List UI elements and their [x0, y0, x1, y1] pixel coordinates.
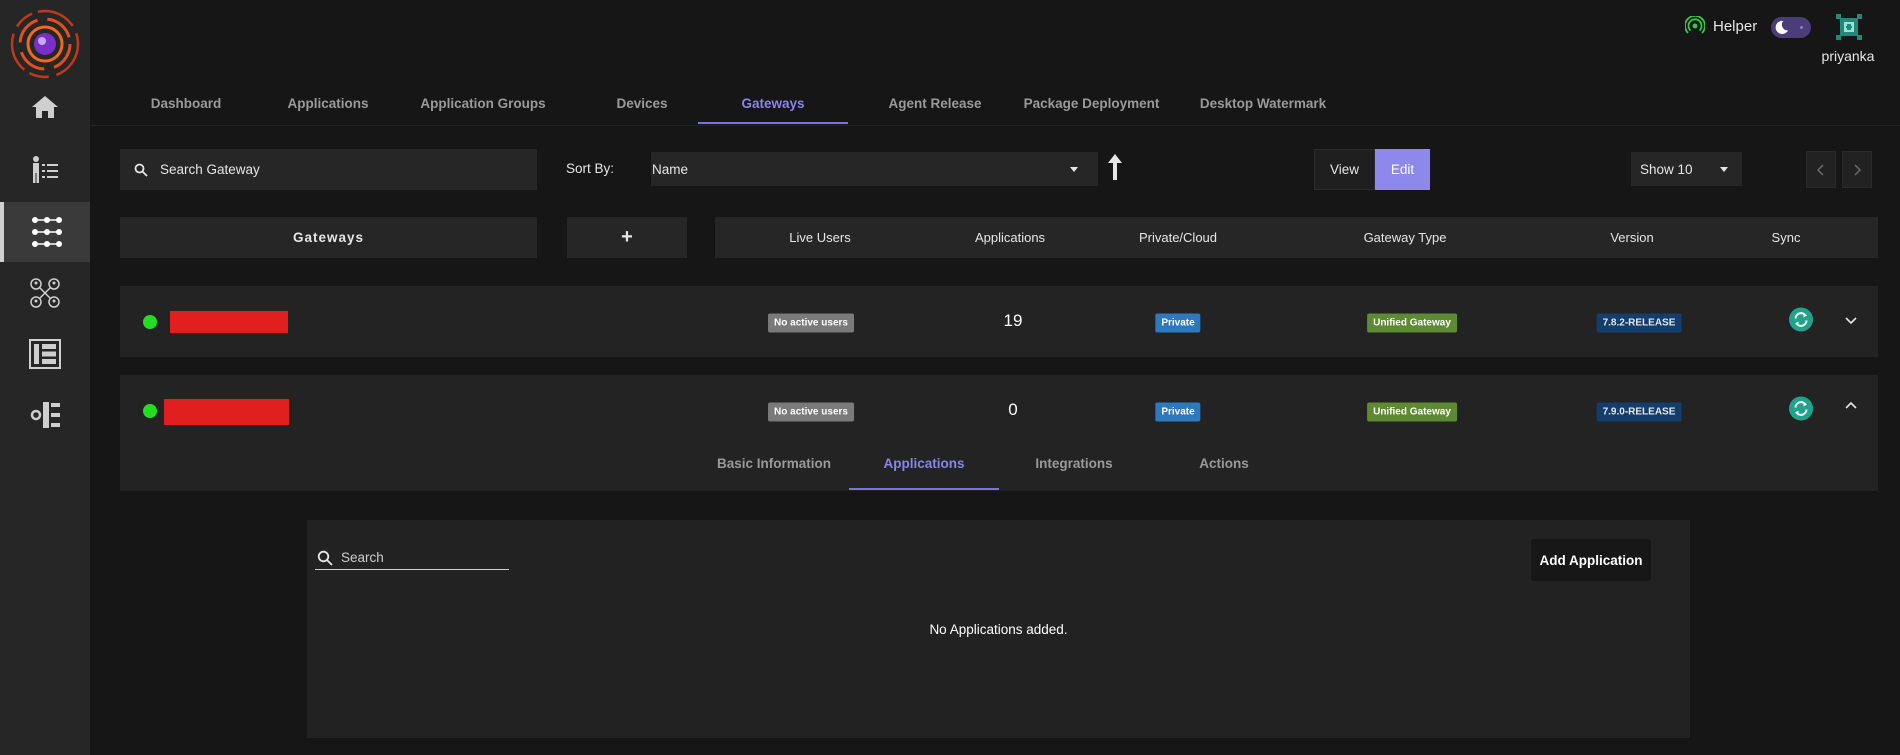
list-panel-icon	[29, 339, 61, 369]
sidebar-item-settings[interactable]	[0, 385, 90, 445]
tab-detail-applications[interactable]: Applications	[883, 456, 964, 486]
header-gateway-type: Gateway Type	[1363, 230, 1447, 245]
app-logo[interactable]	[9, 8, 81, 80]
prev-page-button[interactable]	[1806, 151, 1836, 188]
gateways-column-header: Gateways	[120, 217, 537, 258]
search-icon	[317, 550, 333, 566]
table-header-columns: Live Users Applications Private/Cloud Ga…	[715, 217, 1878, 258]
helper-label: Helper	[1713, 17, 1758, 35]
private-cloud-badge: Private	[1155, 402, 1201, 422]
sort-by-label: Sort By:	[566, 161, 615, 176]
tab-agent-release[interactable]: Agent Release	[860, 82, 1010, 124]
gateway-type-badge: Unified Gateway	[1367, 313, 1457, 333]
sort-by-value: Name	[652, 161, 689, 177]
expand-row-button[interactable]	[1844, 314, 1858, 333]
sidebar-item-home[interactable]	[0, 77, 90, 137]
table-row[interactable]: No active users 0 Private Unified Gatewa…	[120, 375, 1878, 491]
tab-application-groups[interactable]: Application Groups	[408, 82, 558, 124]
live-users-badge: No active users	[768, 402, 854, 422]
empty-state-message: No Applications added.	[929, 622, 1068, 637]
grid-dots-icon	[32, 217, 62, 247]
add-application-button[interactable]: Add Application	[1531, 539, 1651, 581]
main-tab-bar: Dashboard Applications Application Group…	[90, 82, 1900, 126]
tab-actions[interactable]: Actions	[1199, 456, 1249, 486]
header-version: Version	[1610, 230, 1654, 245]
header-live-users: Live Users	[789, 230, 851, 245]
application-search-box[interactable]	[315, 546, 509, 570]
chevron-right-icon	[1854, 163, 1862, 176]
version-badge: 7.8.2-RELEASE	[1596, 313, 1682, 333]
header-applications: Applications	[974, 230, 1046, 245]
toggle-dot	[1800, 26, 1803, 29]
tab-integrations[interactable]: Integrations	[1035, 456, 1112, 486]
redacted-gateway-name	[164, 399, 289, 425]
chevron-down-icon	[1070, 167, 1078, 172]
sync-button[interactable]	[1789, 396, 1813, 426]
tab-desktop-watermark[interactable]: Desktop Watermark	[1183, 82, 1343, 124]
sidebar	[0, 0, 90, 755]
add-gateway-button[interactable]: +	[567, 217, 687, 258]
chevron-down-icon	[1845, 317, 1857, 325]
tab-package-deployment[interactable]: Package Deployment	[1010, 82, 1173, 124]
settings-tree-icon	[30, 402, 60, 428]
tab-applications[interactable]: Applications	[266, 82, 390, 124]
application-search-input[interactable]	[341, 550, 501, 565]
applications-count: 0	[1008, 400, 1018, 419]
chevron-down-icon	[1720, 167, 1728, 172]
collapse-row-button[interactable]	[1844, 399, 1858, 418]
user-avatar-icon	[1836, 14, 1862, 40]
helper-button[interactable]: Helper	[1685, 16, 1757, 36]
header-sync: Sync	[1771, 230, 1801, 245]
chevron-up-icon	[1845, 401, 1857, 409]
helper-signal-icon	[1685, 16, 1705, 34]
live-users-badge: No active users	[768, 313, 854, 333]
home-icon	[32, 96, 58, 118]
arrow-up-icon	[1108, 154, 1122, 180]
tab-dashboard[interactable]: Dashboard	[124, 82, 248, 124]
sidebar-item-gateways[interactable]	[0, 202, 90, 262]
version-badge: 7.9.0-RELEASE	[1596, 402, 1682, 422]
view-button[interactable]: View	[1314, 149, 1375, 190]
network-users-icon	[30, 278, 60, 308]
username: priyanka	[1821, 48, 1875, 64]
applications-panel: Add Application No Applications added.	[307, 520, 1690, 738]
applications-count: 19	[1003, 311, 1023, 330]
active-tab-indicator	[698, 122, 848, 124]
edit-button[interactable]: Edit	[1375, 149, 1430, 190]
active-detail-tab-indicator	[849, 488, 999, 490]
page-size-select[interactable]: Show 10	[1631, 152, 1742, 186]
status-indicator	[143, 404, 157, 418]
tab-devices[interactable]: Devices	[580, 82, 704, 124]
next-page-button[interactable]	[1842, 151, 1872, 188]
sync-button[interactable]	[1789, 307, 1813, 337]
moon-icon	[1775, 20, 1789, 34]
sync-icon	[1789, 307, 1813, 332]
redacted-gateway-name	[170, 311, 288, 333]
sidebar-item-network[interactable]	[0, 263, 90, 323]
user-avatar[interactable]	[1834, 12, 1864, 42]
gateway-search-input[interactable]	[160, 162, 520, 177]
sidebar-item-users[interactable]	[0, 140, 90, 200]
header-private-cloud: Private/Cloud	[1138, 230, 1218, 245]
user-list-icon	[33, 156, 58, 183]
dark-mode-toggle[interactable]	[1771, 17, 1811, 38]
tab-gateways[interactable]: Gateways	[698, 82, 848, 124]
status-indicator	[143, 315, 157, 329]
table-row[interactable]: No active users 19 Private Unified Gatew…	[120, 286, 1878, 357]
private-cloud-badge: Private	[1155, 313, 1201, 333]
tab-basic-information[interactable]: Basic Information	[717, 456, 831, 486]
sort-direction-button[interactable]	[1104, 152, 1126, 182]
page-size-value: Show 10	[1640, 161, 1693, 177]
search-icon	[134, 163, 148, 177]
gateway-type-badge: Unified Gateway	[1367, 402, 1457, 422]
sort-by-select[interactable]: Name	[651, 152, 1098, 186]
gateway-search-box[interactable]	[120, 149, 537, 190]
chevron-left-icon	[1816, 163, 1824, 176]
sync-icon	[1789, 396, 1813, 421]
sidebar-item-reports[interactable]	[0, 324, 90, 384]
view-edit-toggle: View Edit	[1314, 149, 1430, 190]
